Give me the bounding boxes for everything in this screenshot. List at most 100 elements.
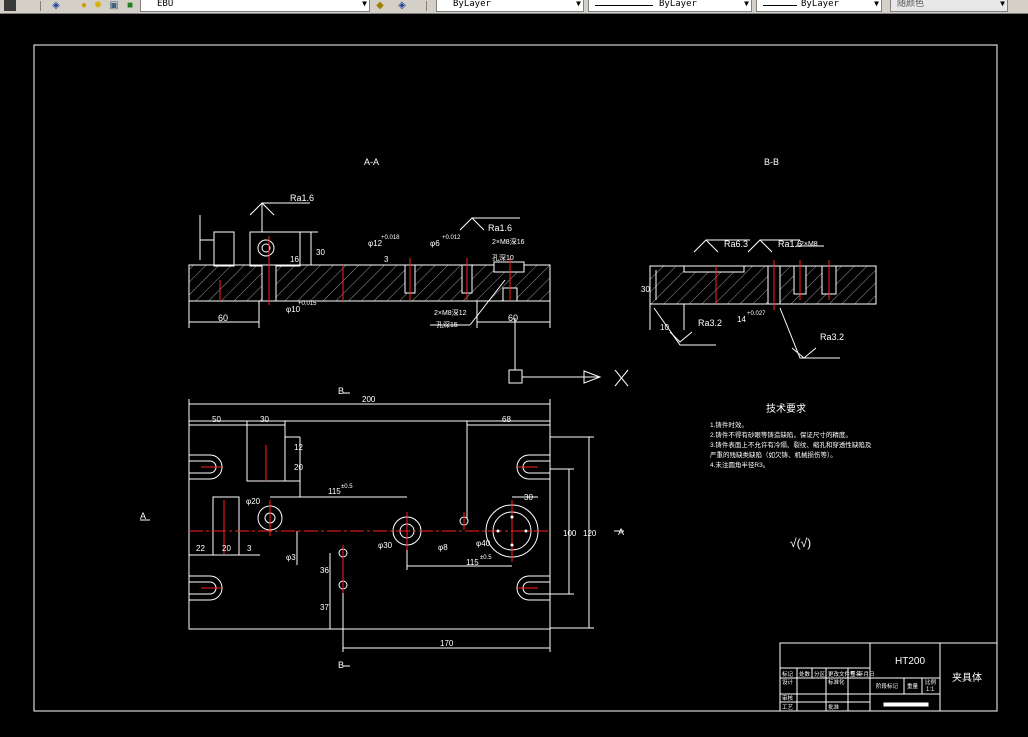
dimension-text: 120 bbox=[583, 529, 597, 538]
dimension-text: 30 bbox=[524, 493, 533, 502]
dimension-text: 115 bbox=[466, 558, 479, 567]
linetype-dropdown[interactable]: ByLayer ▼ bbox=[588, 0, 752, 12]
section-bb-title: B-B bbox=[764, 157, 779, 167]
note-text: 2×M8 bbox=[800, 241, 818, 248]
layers-icon[interactable]: ◈ bbox=[50, 0, 62, 11]
dimension-text: 20 bbox=[222, 544, 231, 553]
title-block-cell: 标准化 bbox=[828, 678, 845, 686]
title-block-cell: 重量 bbox=[907, 682, 919, 690]
tech-requirement-line: 1.铸件时效。 bbox=[710, 420, 748, 429]
dimension-text: 37 bbox=[320, 603, 329, 612]
dimension-text: 115 bbox=[328, 487, 341, 496]
tolerance-text: +0.012 bbox=[442, 235, 461, 241]
dimension-text: 3 bbox=[384, 255, 389, 264]
dimension-text: φ6 bbox=[430, 239, 440, 248]
plotstyle-dropdown[interactable]: 随颜色 ▼ bbox=[890, 0, 1008, 12]
dimension-text: 14 bbox=[737, 315, 746, 324]
roughness-symbol: √(√) bbox=[790, 536, 811, 550]
roughness-label: Ra3.2 bbox=[698, 318, 722, 328]
title-block-cell: 审核 bbox=[782, 694, 794, 702]
dimension-text: 30 bbox=[260, 415, 269, 424]
roughness-label: Ra1.6 bbox=[488, 223, 512, 233]
dimension-text: 100 bbox=[563, 529, 577, 538]
roughness-label: Ra1.6 bbox=[290, 193, 314, 203]
title-block-cell: 分区 bbox=[814, 670, 826, 678]
toolbar-separator bbox=[40, 1, 41, 11]
tolerance-text: +0.027 bbox=[747, 311, 766, 317]
dimension-text: φ40 bbox=[476, 539, 491, 548]
section-aa-view bbox=[188, 202, 551, 328]
lineweight-dropdown[interactable]: ByLayer ▼ bbox=[756, 0, 882, 12]
chevron-down-icon: ▼ bbox=[874, 0, 879, 8]
toolbar: ◈ ● ✹ ▣ ■ EBU ▼ ◆ ◈ ByLayer ▼ ByLayer ▼ … bbox=[0, 0, 1028, 14]
dimension-text: 200 bbox=[362, 395, 376, 404]
color-swatch-icon[interactable]: ■ bbox=[124, 0, 136, 11]
title-block-cell: 工艺 bbox=[782, 704, 794, 711]
chevron-down-icon: ▼ bbox=[744, 0, 749, 8]
lightbulb-icon[interactable]: ● bbox=[78, 0, 90, 11]
title-block-cell: 年月日 bbox=[858, 670, 875, 678]
color-value: ByLayer bbox=[453, 0, 491, 9]
plan-view-centerlines bbox=[189, 445, 550, 593]
linetype-value: ByLayer bbox=[659, 0, 697, 9]
drawing-svg: A-A B-B Ra1.6 Ra1.6 Ra1.6 Ra6.3 Ra3.2 Ra… bbox=[33, 44, 998, 712]
dimension-text: 3 bbox=[247, 544, 252, 553]
tolerance-text: +0.018 bbox=[381, 235, 400, 241]
note-text: 孔深15 bbox=[436, 320, 458, 329]
note-text: 2×M8深16 bbox=[492, 237, 525, 246]
dimension-text: 170 bbox=[440, 639, 454, 648]
lineweight-preview bbox=[763, 5, 797, 6]
layer-previous-icon[interactable]: ◈ bbox=[396, 0, 408, 11]
dimension-text: 36 bbox=[320, 566, 329, 575]
dimension-text: φ30 bbox=[378, 541, 393, 550]
sheet-border bbox=[33, 44, 998, 712]
section-aa-title: A-A bbox=[364, 157, 379, 167]
layer-dropdown[interactable]: EBU ▼ bbox=[140, 0, 370, 12]
dimension-text: 12 bbox=[294, 443, 303, 452]
toolbar-separator bbox=[426, 1, 427, 11]
tolerance-text: ±0.5 bbox=[341, 484, 353, 490]
view-label-b: B bbox=[338, 386, 344, 396]
view-label-b: B bbox=[338, 660, 344, 670]
make-current-layer-icon[interactable]: ◆ bbox=[374, 0, 386, 11]
roughness-label: Ra6.3 bbox=[724, 239, 748, 249]
plan-view bbox=[140, 392, 624, 667]
sun-icon[interactable]: ✹ bbox=[92, 0, 104, 11]
dimension-text: 50 bbox=[212, 415, 221, 424]
title-block-cell: 批准 bbox=[828, 703, 840, 711]
dimension-text: φ20 bbox=[246, 497, 261, 506]
tech-requirements-title: 技术要求 bbox=[766, 402, 806, 415]
color-dropdown[interactable]: ByLayer ▼ bbox=[436, 0, 584, 12]
tech-requirement-line: 3.铸件表面上不允许有冷隔、裂纹、缩孔和穿透性缺陷及 bbox=[710, 440, 872, 449]
dimension-text: 30 bbox=[641, 285, 650, 294]
lock-icon[interactable]: ▣ bbox=[108, 0, 120, 11]
dimension-text: 68 bbox=[502, 415, 511, 424]
title-block-scale: 1:1 bbox=[926, 687, 935, 693]
dimension-text: 30 bbox=[316, 248, 325, 257]
layer-manager-icon[interactable] bbox=[4, 0, 16, 11]
dimension-text: 16 bbox=[290, 255, 299, 264]
roughness-label: Ra3.2 bbox=[820, 332, 844, 342]
title-block-cell: 处数 bbox=[799, 670, 811, 678]
drawing-canvas[interactable]: A-A B-B Ra1.6 Ra1.6 Ra1.6 Ra6.3 Ra3.2 Ra… bbox=[0, 14, 1028, 737]
chevron-down-icon: ▼ bbox=[362, 0, 367, 8]
layer-name: EBU bbox=[157, 0, 174, 9]
title-block-cell: 标记 bbox=[782, 670, 794, 678]
roughness-label: Ra1.6 bbox=[778, 239, 802, 249]
title-block-cell: 比例 bbox=[925, 678, 937, 686]
title-block-cell: 阶段标记 bbox=[876, 682, 899, 690]
note-text: 孔深10 bbox=[492, 253, 514, 262]
lineweight-value: ByLayer bbox=[801, 0, 839, 9]
dimension-text: φ3 bbox=[286, 553, 296, 562]
tolerance-text: ±0.5 bbox=[480, 555, 492, 561]
chevron-down-icon: ▼ bbox=[576, 0, 581, 8]
dimension-text: 10 bbox=[660, 323, 669, 332]
title-block-cell: 设计 bbox=[782, 678, 794, 686]
view-label-a: A bbox=[140, 511, 146, 521]
dimension-text: φ8 bbox=[438, 543, 448, 552]
tech-requirement-line: 2.铸件不得有砂眼等铸造缺陷，保证尺寸的精度。 bbox=[710, 430, 852, 439]
chevron-down-icon: ▼ bbox=[1000, 0, 1005, 8]
tech-requirement-line: 严重的残缺类缺陷（如欠铸、机械损伤等）。 bbox=[710, 450, 837, 459]
view-label-a: A bbox=[618, 527, 624, 537]
tech-requirement-line: 4.未注圆角半径R3。 bbox=[710, 460, 769, 469]
